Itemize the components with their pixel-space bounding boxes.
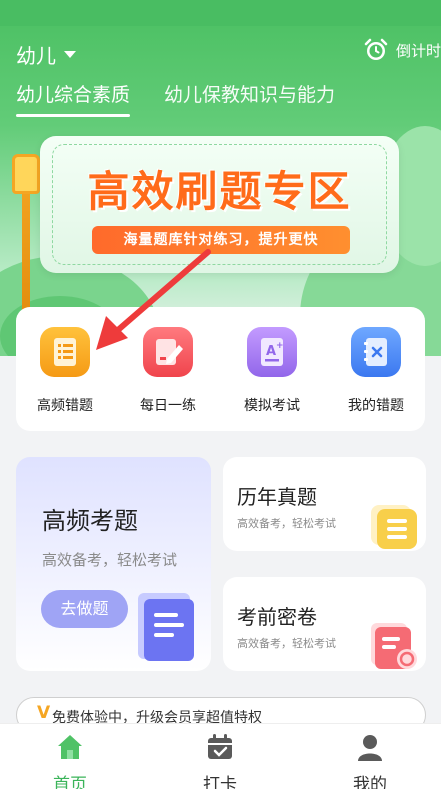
quick-high-freq-wrong[interactable]: 高频错题 [17,327,113,415]
nav-label: 我的 [353,775,387,789]
bottom-nav: 首页 打卡 我的 [0,723,441,789]
scroll-doc-icon [138,593,194,661]
pencil-doc-icon [143,327,193,377]
list-doc-icon [40,327,90,377]
past-papers-card[interactable]: 历年真题 高效备考，轻松考试 [223,457,426,551]
vip-v-icon: V [37,703,51,723]
tab-comprehensive[interactable]: 幼儿综合素质 [16,80,131,117]
card-title: 考前密卷 [237,605,317,629]
wrong-notebook-icon [351,327,401,377]
quick-mock-exam[interactable]: A + 模拟考试 [224,327,320,415]
caret-down-icon [64,51,76,58]
nav-checkin[interactable]: 打卡 [170,732,270,789]
stacked-doc-icon [371,505,417,549]
quick-daily-practice[interactable]: 每日一练 [120,327,216,415]
mock-secret-card[interactable]: 考前密卷 高效备考，轻松考试 [223,577,426,671]
card-title: 历年真题 [237,485,317,509]
nav-label: 首页 [53,775,87,789]
card-subtitle: 高效备考，轻松考试 [237,517,336,530]
nav-label: 打卡 [203,775,237,789]
alarm-clock-icon [364,38,388,60]
quick-label: 每日一练 [140,398,196,414]
category-label: 幼儿 [16,44,56,68]
high-freq-questions-card[interactable]: 高频考题 高效备考，轻松考试 去做题 [16,457,211,671]
quick-actions-card: 高频错题 每日一练 A + 模拟考试 我的错题 [16,307,425,431]
card-title: 高频考题 [42,507,138,535]
banner-subtitle: 海量题库针对练习，提升更快 [92,226,350,254]
banner[interactable]: 高效刷题专区 海量题库针对练习，提升更快 [40,136,399,273]
home-icon [58,735,82,759]
exam-a-plus-icon: A + [247,327,297,377]
nav-home[interactable]: 首页 [20,732,120,789]
nav-mine[interactable]: 我的 [320,732,420,789]
banner-title: 高效刷题专区 [87,167,352,216]
tab-knowledge-ability[interactable]: 幼儿保教知识与能力 [164,80,335,117]
user-icon [358,735,382,761]
calendar-check-icon [208,734,232,759]
card-subtitle: 高效备考，轻松考试 [237,637,336,650]
status-bar [0,0,441,26]
subject-tabs: 幼儿综合素质 幼儿保教知识与能力 [16,80,335,117]
quick-label: 高频错题 [37,398,93,414]
secret-paper-icon [371,623,417,669]
lamp-decor [12,154,40,194]
countdown-label: 倒计时 [395,41,441,60]
quick-label: 我的错题 [348,398,404,414]
quick-my-wrong[interactable]: 我的错题 [328,327,424,415]
go-practice-button[interactable]: 去做题 [41,590,128,628]
quick-label: 模拟考试 [244,398,300,414]
svg-text:+: + [276,341,284,351]
svg-text:A: A [266,344,276,359]
countdown-button[interactable]: 倒计时 [364,38,441,62]
category-selector[interactable]: 幼儿 [16,40,76,69]
card-subtitle: 高效备考，轻松考试 [42,551,178,569]
